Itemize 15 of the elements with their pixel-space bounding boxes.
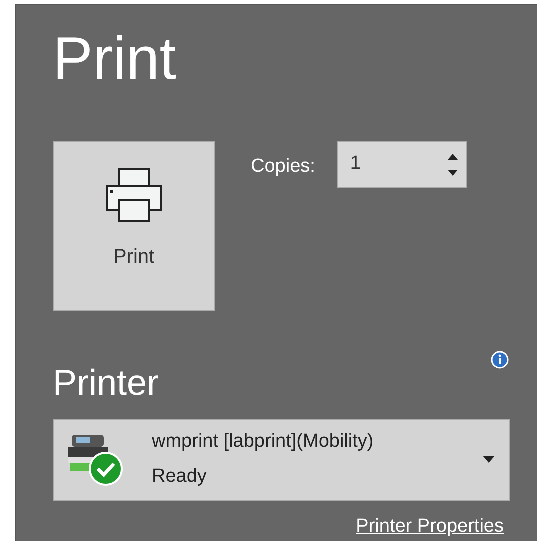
down-arrow-icon[interactable] [448, 170, 458, 176]
page-title: Print [53, 29, 176, 89]
up-arrow-icon[interactable] [448, 154, 458, 160]
copies-label: Copies: [251, 155, 316, 179]
printer-ready-icon [66, 432, 124, 487]
printer-properties-link[interactable]: Printer Properties [356, 512, 504, 541]
printer-icon [105, 166, 163, 224]
printer-heading: Printer [53, 365, 160, 401]
printer-dropdown[interactable]: wmprint [labprint](Mobility) Ready [53, 419, 510, 500]
info-icon[interactable] [491, 351, 509, 369]
dropdown-arrow-icon [483, 456, 495, 464]
print-button[interactable]: Print [53, 141, 215, 311]
copies-spinner[interactable]: 1 [337, 141, 468, 188]
printer-status: Ready [152, 464, 207, 489]
printer-name: wmprint [labprint](Mobility) [152, 430, 374, 454]
